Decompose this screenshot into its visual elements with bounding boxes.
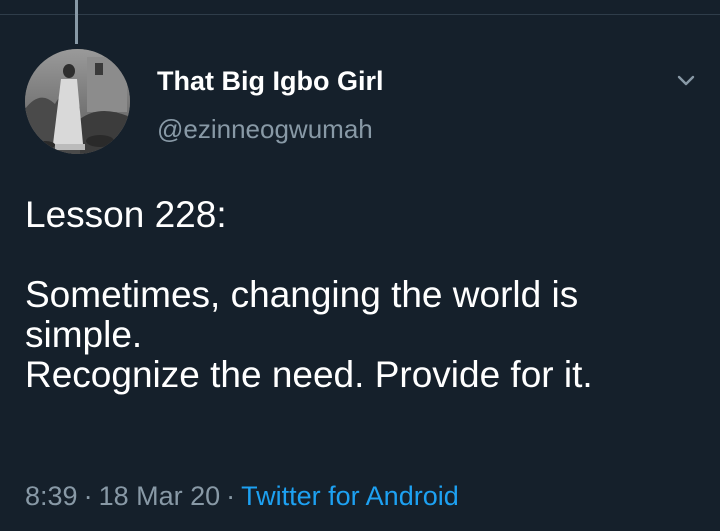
avatar[interactable]: [25, 49, 130, 154]
meta-separator: ·: [226, 481, 236, 511]
tweet-line: Lesson 228:: [25, 194, 227, 235]
top-divider: [0, 14, 720, 15]
tweet-source-link[interactable]: Twitter for Android: [241, 481, 459, 511]
chevron-down-icon[interactable]: [674, 68, 698, 92]
author-handle[interactable]: @ezinneogwumah: [157, 114, 373, 145]
tweet-text: Lesson 228: Sometimes, changing the worl…: [25, 195, 705, 395]
author-display-name[interactable]: That Big Igbo Girl: [157, 66, 383, 97]
meta-separator: ·: [83, 481, 93, 511]
tweet-date: 18 Mar 20: [98, 481, 221, 511]
avatar-photo: [25, 49, 130, 154]
tweet-line: simple.: [25, 314, 143, 355]
thread-connector-line: [75, 0, 78, 44]
tweet-line-blank: [25, 235, 705, 275]
tweet-time: 8:39: [25, 481, 78, 511]
tweet-line: Recognize the need. Provide for it.: [25, 354, 593, 395]
tweet-meta: 8:39 · 18 Mar 20 · Twitter for Android: [25, 481, 459, 512]
tweet-line: Sometimes, changing the world is: [25, 274, 579, 315]
